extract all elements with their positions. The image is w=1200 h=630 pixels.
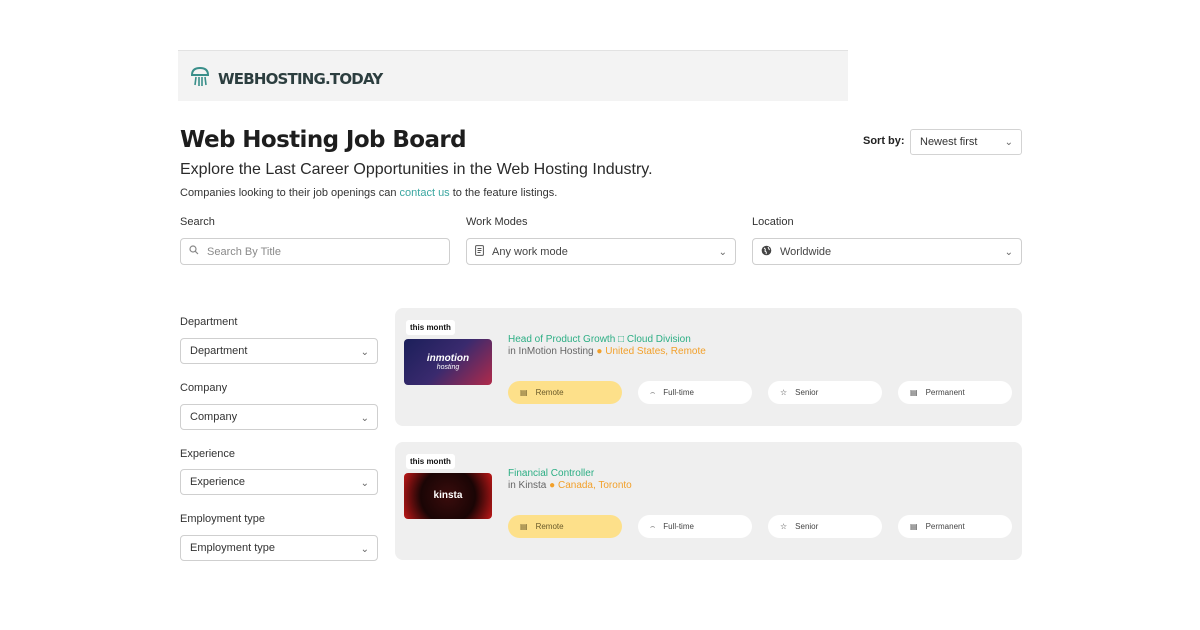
trash-icon: ⌢ [650,387,656,397]
company-logo[interactable]: inmotion hosting [404,339,492,385]
tag-permanent[interactable]: ▤ Permanent [898,515,1012,538]
page-title: Web Hosting Job Board [180,127,467,153]
job-card[interactable]: this month inmotion hosting Head of Prod… [395,308,1022,426]
search-placeholder: Search By Title [207,245,281,258]
document-icon: ▤ [910,522,918,531]
map-pin-icon: ● [549,480,556,491]
company-logo-text: inmotion [426,352,470,364]
note-text-before: Companies looking to their job openings … [180,187,397,199]
document-icon: ▤ [910,388,918,397]
sort-select[interactable]: Newest first ⌄ [910,129,1022,155]
globe-icon [761,245,772,259]
job-meta: in InMotion Hosting ● United States, Rem… [508,346,706,357]
experience-select[interactable]: Experience ⌄ [180,469,378,495]
chevron-down-icon: ⌄ [718,247,727,258]
company-value: Company [190,411,238,423]
chevron-down-icon: ⌄ [360,544,369,555]
cloud-jellyfish-icon [188,65,212,92]
tag-label: Permanent [925,388,965,397]
document-icon: ▤ [520,388,528,397]
company-logo-subtext: hosting [436,363,460,371]
recency-badge: this month [406,320,455,335]
location-label: Location [752,216,794,228]
page-subtitle: Explore the Last Career Opportunities in… [180,161,653,178]
work-modes-label: Work Modes [466,216,528,228]
contact-us-link[interactable]: contact us [400,187,450,199]
star-icon: ☆ [780,522,788,531]
job-location: United States, Remote [605,346,706,357]
experience-value: Experience [190,476,246,488]
logo-text: WEBHOSTING.TODAY [218,69,383,88]
job-company: in InMotion Hosting [508,346,594,357]
map-pin-icon: ● [596,346,603,357]
work-modes-select[interactable]: Any work mode ⌄ [466,238,736,265]
chevron-down-icon: ⌄ [1004,247,1013,258]
company-select[interactable]: Company ⌄ [180,404,378,430]
location-value: Worldwide [780,245,832,258]
tag-label: Senior [795,522,819,531]
experience-label: Experience [180,448,236,460]
job-company: in Kinsta [508,480,547,491]
tag-label: Remote [535,388,564,397]
sort-value: Newest first [920,136,978,148]
document-icon: ▤ [520,522,528,531]
company-label: Company [180,382,228,394]
job-location: Canada, Toronto [557,480,632,491]
tag-label: Full-time [663,522,694,531]
trash-icon: ⌢ [650,521,656,531]
tag-full-time[interactable]: ⌢ Full-time [638,515,752,538]
search-icon [189,245,199,258]
tag-senior[interactable]: ☆ Senior [768,515,882,538]
tag-full-time[interactable]: ⌢ Full-time [638,381,752,404]
employment-type-select[interactable]: Employment type ⌄ [180,535,378,561]
company-logo[interactable]: kinsta [404,473,492,519]
tag-label: Full-time [663,388,694,397]
search-label: Search [180,216,215,228]
tag-senior[interactable]: ☆ Senior [768,381,882,404]
note-text-after: to the feature listings. [452,187,558,199]
tag-remote[interactable]: ▤ Remote [508,381,622,404]
chevron-down-icon: ⌄ [1004,137,1013,148]
chevron-down-icon: ⌄ [360,347,369,358]
company-logo-text: kinsta [433,490,463,501]
site-logo[interactable]: WEBHOSTING.TODAY [188,65,383,92]
star-icon: ☆ [780,388,788,397]
job-card[interactable]: this month kinsta Financial Controller i… [395,442,1022,560]
work-modes-value: Any work mode [492,245,568,258]
job-meta: in Kinsta ● Canada, Toronto [508,480,632,491]
sort-label: Sort by: [863,135,905,147]
job-title-link[interactable]: Financial Controller [508,468,594,479]
chevron-down-icon: ⌄ [360,478,369,489]
document-icon [475,244,484,259]
chevron-down-icon: ⌄ [360,413,369,424]
tag-label: Senior [795,388,819,397]
tag-label: Permanent [925,522,965,531]
department-value: Department [190,345,248,357]
department-select[interactable]: Department ⌄ [180,338,378,364]
tag-remote[interactable]: ▤ Remote [508,515,622,538]
search-input[interactable]: Search By Title [180,238,450,265]
job-title-link[interactable]: Head of Product Growth □ Cloud Division [508,334,691,345]
tag-permanent[interactable]: ▤ Permanent [898,381,1012,404]
employment-type-value: Employment type [190,542,275,554]
site-header: WEBHOSTING.TODAY [178,50,848,101]
page-note: Companies looking to their job openings … [180,187,557,199]
employment-type-label: Employment type [180,513,265,525]
location-select[interactable]: Worldwide ⌄ [752,238,1022,265]
department-label: Department [180,316,238,328]
tag-label: Remote [535,522,564,531]
recency-badge: this month [406,454,455,469]
